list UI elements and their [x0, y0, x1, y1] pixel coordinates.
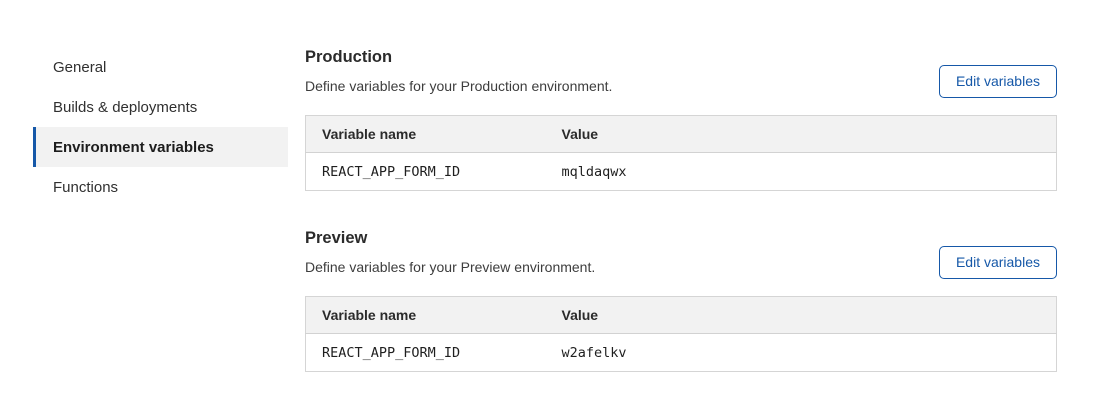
environment-variables-panel: Production Define variables for your Pro… — [305, 47, 1057, 372]
settings-sidebar: General Builds & deployments Environment… — [33, 47, 288, 207]
sidebar-item-environment-variables[interactable]: Environment variables — [33, 127, 288, 167]
production-title: Production — [305, 47, 1057, 67]
settings-page: General Builds & deployments Environment… — [0, 0, 1100, 420]
variable-name-cell: REACT_APP_FORM_ID — [306, 153, 546, 191]
preview-edit-variables-button[interactable]: Edit variables — [939, 246, 1057, 279]
sidebar-item-label: Environment variables — [53, 139, 214, 156]
variable-value-cell: w2afelkv — [546, 334, 1057, 372]
preview-section: Preview Define variables for your Previe… — [305, 228, 1057, 372]
production-edit-variables-button[interactable]: Edit variables — [939, 65, 1057, 98]
variable-name-column-header: Variable name — [306, 297, 546, 334]
table-header-row: Variable name Value — [306, 297, 1057, 334]
production-variables-table: Variable name Value REACT_APP_FORM_ID mq… — [305, 115, 1057, 191]
preview-variables-table: Variable name Value REACT_APP_FORM_ID w2… — [305, 296, 1057, 372]
sidebar-item-label: General — [53, 59, 106, 76]
variable-name-column-header: Variable name — [306, 116, 546, 153]
sidebar-item-functions[interactable]: Functions — [33, 167, 288, 207]
variable-value-cell: mqldaqwx — [546, 153, 1057, 191]
table-header-row: Variable name Value — [306, 116, 1057, 153]
table-row: REACT_APP_FORM_ID mqldaqwx — [306, 153, 1057, 191]
sidebar-item-label: Functions — [53, 179, 118, 196]
variable-name-cell: REACT_APP_FORM_ID — [306, 334, 546, 372]
production-section: Production Define variables for your Pro… — [305, 47, 1057, 191]
sidebar-item-general[interactable]: General — [33, 47, 288, 87]
value-column-header: Value — [546, 297, 1057, 334]
value-column-header: Value — [546, 116, 1057, 153]
preview-title: Preview — [305, 228, 1057, 248]
table-row: REACT_APP_FORM_ID w2afelkv — [306, 334, 1057, 372]
sidebar-item-builds-deployments[interactable]: Builds & deployments — [33, 87, 288, 127]
sidebar-item-label: Builds & deployments — [53, 99, 197, 116]
